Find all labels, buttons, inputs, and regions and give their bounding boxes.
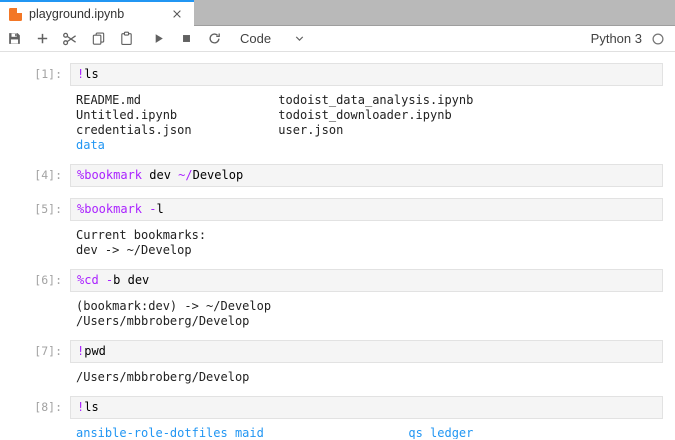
toolbar-buttons — [0, 27, 228, 51]
cell-input-editor[interactable]: %cd -b dev — [70, 269, 663, 292]
output-token: README.md todoist_data_analysis.ipynb — [76, 93, 473, 107]
cell-output: ansible-role-dotfiles maid qs_ledger — [70, 426, 663, 439]
code-token: dev — [142, 168, 178, 182]
notebook-cells: [1]:!lsREADME.md todoist_data_analysis.i… — [0, 63, 675, 439]
code-token: ls — [84, 67, 98, 81]
notebook-cell: [5]:%bookmark -lCurrent bookmarks:dev ->… — [0, 198, 675, 258]
tab-playground[interactable]: playground.ipynb — [0, 0, 194, 26]
insert-cell-button[interactable] — [28, 27, 56, 51]
tab-title: playground.ipynb — [29, 7, 162, 21]
copy-icon — [91, 31, 106, 46]
output-token: ansible-role-dotfiles — [76, 426, 228, 439]
cell-prompt: [1]: — [0, 63, 70, 86]
notebook-cell: [1]:!ls README.md todoist_data_analysis.i… — [0, 63, 675, 153]
code-token: - — [149, 202, 156, 216]
code-token: %bookmark — [77, 202, 142, 216]
output-line: README.md todoist_data_analysis.ipynb — [76, 93, 663, 108]
output-line: credentials.json user.json — [76, 123, 663, 138]
cell-type-label: Code — [240, 31, 271, 46]
output-line: dev -> ~/Develop — [76, 243, 663, 258]
output-line: (bookmark:dev) -> ~/Develop — [76, 299, 663, 314]
notebook-cell: [7]:!pwd/Users/mbbroberg/Develop — [0, 340, 675, 385]
cell-input-editor[interactable]: !ls — [70, 396, 663, 419]
output-token: credentials.json user.json — [76, 123, 343, 137]
output-line: ansible-role-dotfiles maid qs_ledger — [76, 426, 663, 439]
cell-prompt: [8]: — [0, 396, 70, 419]
cell-output: Current bookmarks:dev -> ~/Develop — [70, 228, 663, 258]
copy-cells-button[interactable] — [84, 27, 112, 51]
output-token: dev -> ~/Develop — [76, 243, 192, 257]
output-token: /Users/mbbroberg/Develop — [76, 370, 249, 384]
toolbar: Code Python 3 — [0, 26, 675, 52]
output-line: Current bookmarks: — [76, 228, 663, 243]
output-token: maid — [235, 426, 264, 439]
cell-input-editor[interactable]: !ls — [70, 63, 663, 86]
play-icon — [151, 31, 166, 46]
close-icon — [171, 8, 183, 20]
output-line: /Users/mbbroberg/Develop — [76, 314, 663, 329]
restart-icon — [207, 31, 222, 46]
output-token — [264, 426, 409, 439]
code-token: b dev — [113, 273, 149, 287]
cell-type-dropdown[interactable]: Code — [240, 31, 306, 46]
cell-input-editor[interactable]: %bookmark dev ~/Develop — [70, 164, 663, 187]
save-button[interactable] — [0, 27, 28, 51]
code-token: pwd — [84, 344, 106, 358]
code-token: Develop — [193, 168, 244, 182]
code-token: ls — [84, 400, 98, 414]
scissors-icon — [62, 31, 78, 47]
tab-close-button[interactable] — [169, 6, 185, 22]
output-token: qs_ledger — [408, 426, 473, 439]
kernel-idle-circle-icon — [651, 32, 665, 46]
output-token — [228, 426, 235, 439]
notebook: [1]:!lsREADME.md todoist_data_analysis.i… — [0, 52, 675, 439]
notebook-cell: [8]:!ls ansible-role-dotfiles maid qs_led… — [0, 396, 675, 439]
cell-prompt: [5]: — [0, 198, 70, 221]
interrupt-kernel-button[interactable] — [172, 27, 200, 51]
output-token: Current bookmarks: — [76, 228, 206, 242]
code-token — [99, 273, 106, 287]
output-line: Untitled.ipynb todoist_downloader.ipynb — [76, 108, 663, 123]
cell-prompt: [4]: — [0, 164, 70, 187]
cell-input-editor[interactable]: %bookmark -l — [70, 198, 663, 221]
kernel-status-indicator — [651, 32, 665, 46]
plus-icon — [35, 31, 50, 46]
output-line: /Users/mbbroberg/Develop — [76, 370, 663, 385]
stop-icon — [179, 31, 194, 46]
chevron-down-icon — [293, 32, 306, 45]
output-token: /Users/mbbroberg/Develop — [76, 314, 249, 328]
paste-icon — [119, 31, 134, 46]
run-button[interactable] — [144, 27, 172, 51]
save-icon — [7, 31, 22, 46]
notebook-cell: [6]:%cd -b dev (bookmark:dev) -> ~/Develo… — [0, 269, 675, 329]
code-token: %bookmark — [77, 168, 142, 182]
code-token: %cd — [77, 273, 99, 287]
tab-bar: playground.ipynb — [0, 0, 675, 26]
output-token: data — [76, 138, 105, 152]
output-token: Untitled.ipynb todoist_downloader.ipynb — [76, 108, 452, 122]
cell-prompt: [6]: — [0, 269, 70, 292]
notebook-icon — [9, 8, 22, 21]
restart-kernel-button[interactable] — [200, 27, 228, 51]
kernel-name: Python 3 — [591, 31, 642, 46]
cell-output: README.md todoist_data_analysis.ipynbUnt… — [70, 93, 663, 153]
cell-output: (bookmark:dev) -> ~/Develop/Users/mbbrob… — [70, 299, 663, 329]
cell-prompt: [7]: — [0, 340, 70, 363]
paste-cells-button[interactable] — [112, 27, 140, 51]
notebook-cell: [4]:%bookmark dev ~/Develop — [0, 164, 675, 187]
cell-input-editor[interactable]: !pwd — [70, 340, 663, 363]
code-token: l — [157, 202, 164, 216]
cell-output: /Users/mbbroberg/Develop — [70, 370, 663, 385]
output-line: data — [76, 138, 663, 153]
code-token: ~/ — [178, 168, 192, 182]
cut-cells-button[interactable] — [56, 27, 84, 51]
output-token: (bookmark:dev) -> ~/Develop — [76, 299, 271, 313]
